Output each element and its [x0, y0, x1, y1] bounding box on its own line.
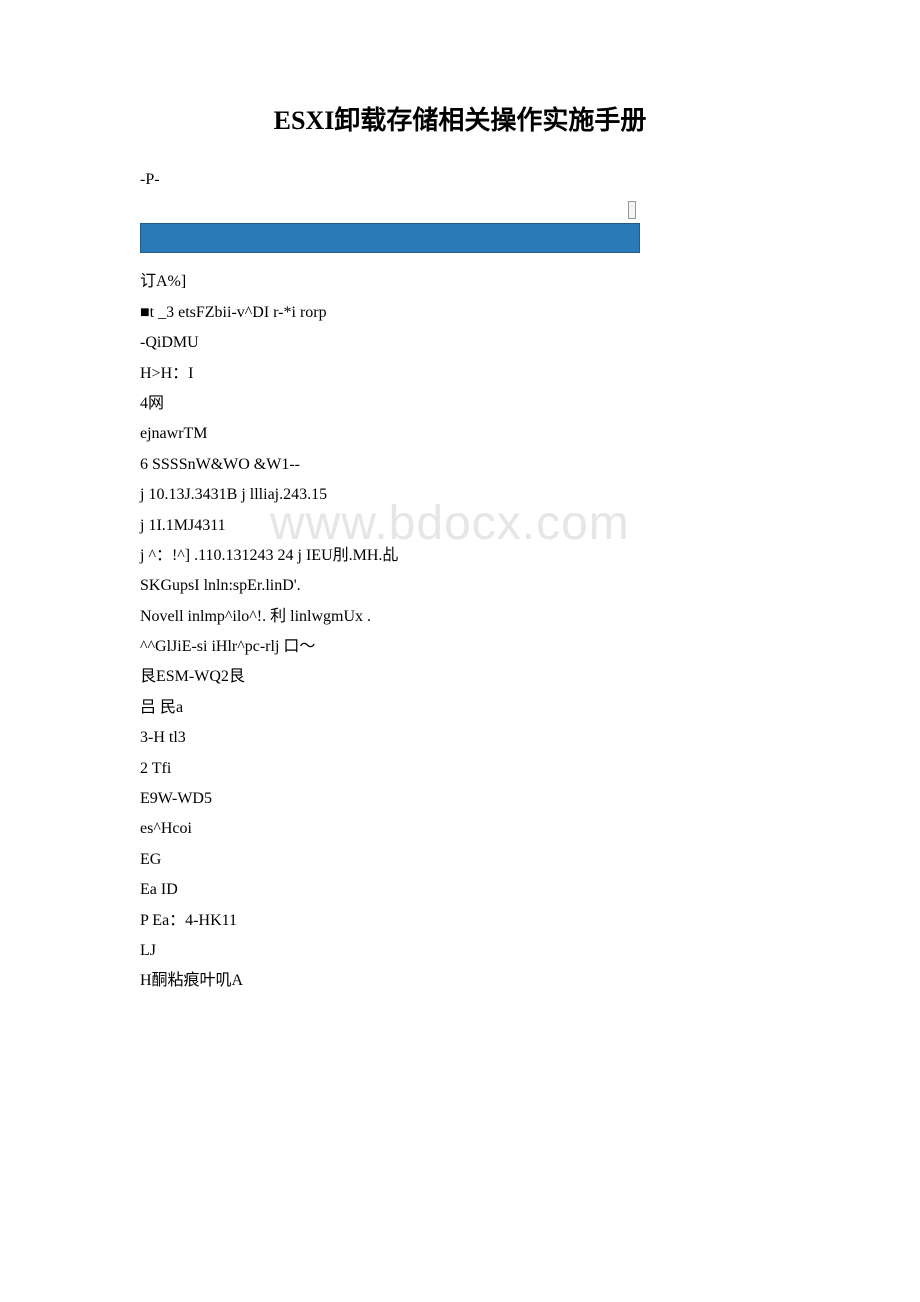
text-line: 订A%] [140, 267, 780, 297]
text-line: ^^GlJiE-si iHlr^pc-rlj 口～ [140, 632, 780, 662]
text-line: 6 SSSSnW&WO &W1-- [140, 450, 780, 480]
text-line: 4网 [140, 389, 780, 419]
text-line: EG [140, 845, 780, 875]
text-line: es^Hcoi [140, 814, 780, 844]
text-line: SKGupsI lnln:spEr.linD'. [140, 571, 780, 601]
text-line: -QiDMU [140, 328, 780, 358]
text-line: 吕 民a [140, 693, 780, 723]
text-line: H酮粘痕叶叽A [140, 966, 780, 996]
text-line: E9W-WD5 [140, 784, 780, 814]
text-line: H>H：I [140, 359, 780, 389]
text-line: 艮ESM-WQ2艮 [140, 662, 780, 692]
text-line: Ea ID [140, 875, 780, 905]
text-line: 2 Tfi [140, 754, 780, 784]
text-line: -P- [140, 165, 780, 195]
text-line: j 10.13J.3431B j llliaj.243.15 [140, 480, 780, 510]
text-line: LJ [140, 936, 780, 966]
text-line: ■t _3 etsFZbii-v^DI r-*i rorp [140, 298, 780, 328]
document-title: ESXI卸载存储相关操作实施手册 [140, 100, 780, 137]
blue-bar-image [140, 223, 640, 253]
small-image-placeholder [628, 201, 636, 219]
text-line: ejnawrTM [140, 419, 780, 449]
text-line: j 1I.1MJ4311 [140, 511, 780, 541]
text-line: 3-H tl3 [140, 723, 780, 753]
text-line: P Ea：4-HK11 [140, 906, 780, 936]
document-content: ESXI卸载存储相关操作实施手册 -P- 订A%] ■t _3 etsFZbii… [140, 100, 780, 997]
text-line: j ^：!^] .110.131243 24 j IEU刖.MH.乩 [140, 541, 780, 571]
text-line: Novell inlmp^ilo^!. 利 linlwgmUx . [140, 602, 780, 632]
